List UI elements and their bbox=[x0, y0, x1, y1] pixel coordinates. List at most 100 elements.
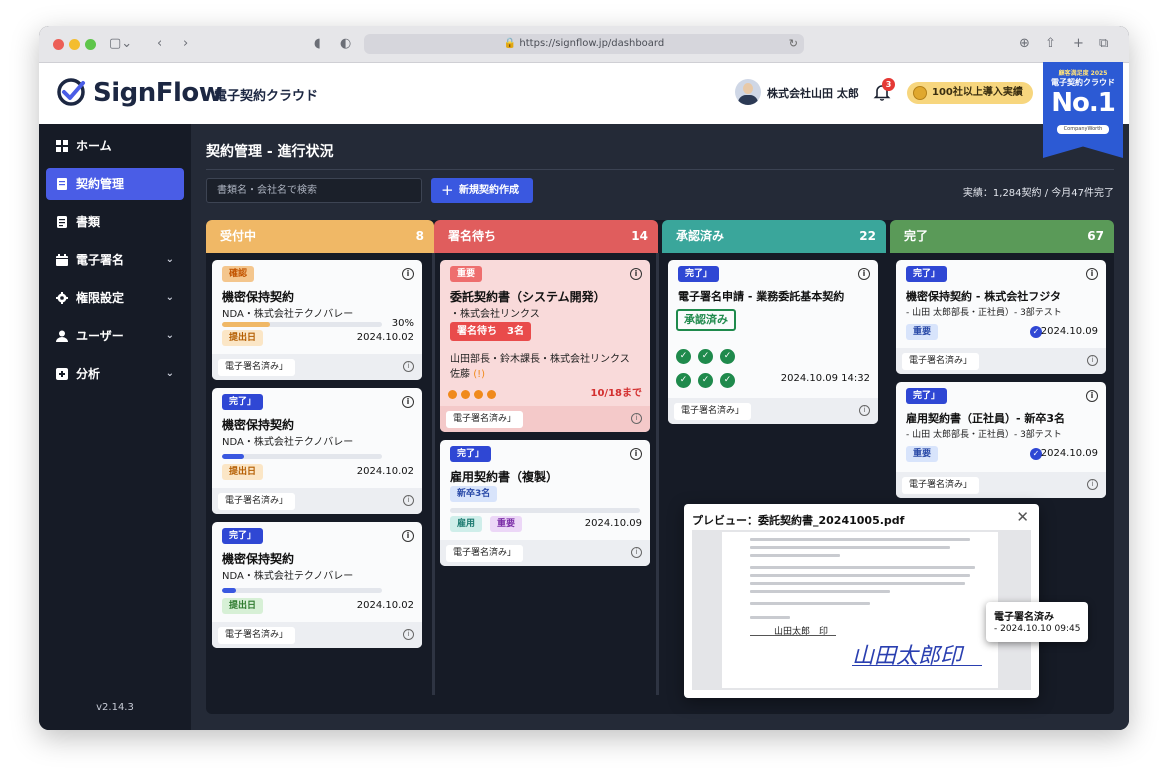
card-date: 2024.10.09 bbox=[584, 518, 642, 529]
search-input[interactable] bbox=[206, 178, 422, 203]
approval-checks: ✓ ✓ ✓ bbox=[676, 343, 742, 364]
card-footer: 電子署名済み」 i bbox=[896, 472, 1106, 498]
address-bar[interactable]: 🔒 https://signflow.jp/dashboard ↻ bbox=[364, 34, 804, 54]
info-icon[interactable]: i bbox=[1086, 390, 1098, 402]
contract-card[interactable]: 完了」 i 機密保持契約 NDA・株式会社テクノバレー 提出日 2024.10.… bbox=[212, 522, 422, 648]
info-icon[interactable]: i bbox=[630, 268, 642, 280]
info-icon[interactable]: i bbox=[403, 495, 414, 506]
contract-card[interactable]: 完了」 i 雇用契約書（複製） 新卒3名 雇用 重要 2024.10.09 電子… bbox=[440, 440, 650, 566]
sidebar-toggle-icon[interactable]: ▢⌄ bbox=[109, 35, 132, 53]
info-icon[interactable]: i bbox=[631, 547, 642, 558]
sidebar-item-contracts[interactable]: 契約管理 bbox=[46, 168, 184, 200]
approved-stamp: 承認済み bbox=[676, 309, 736, 331]
reload-icon[interactable]: ↻ bbox=[789, 34, 798, 54]
privacy-icon[interactable]: ◐ bbox=[340, 35, 351, 53]
signed-chip[interactable]: 電子署名済み」 bbox=[218, 627, 296, 644]
new-contract-button[interactable]: + 新規契約作成 bbox=[431, 178, 533, 203]
contract-card[interactable]: 確認 i 機密保持契約 NDA・株式会社テクノバレー 30% 提出日 2024.… bbox=[212, 260, 422, 380]
signed-chip[interactable]: 電子署名済み」 bbox=[218, 493, 296, 510]
forward-icon[interactable]: › bbox=[183, 35, 188, 53]
minimize-window-button[interactable] bbox=[69, 39, 80, 50]
info-icon[interactable]: i bbox=[1086, 268, 1098, 280]
info-icon[interactable]: i bbox=[1087, 355, 1098, 366]
status-badge: 完了」 bbox=[906, 266, 948, 282]
card-title: 委託契約書（システム開発） bbox=[450, 290, 606, 304]
contract-card[interactable]: 完了」 i 電子署名申請 - 業務委託基本契約 承認済み ✓ ✓ ✓ ✓ ✓ ✓ 202… bbox=[668, 260, 878, 424]
card-date: 2024.10.09 bbox=[1040, 326, 1098, 337]
logo-check-icon bbox=[57, 78, 85, 106]
info-icon[interactable]: i bbox=[402, 268, 414, 280]
document-preview[interactable]: プレビュー：委託契約書_20241005.pdf ✕ 山田太郎 印 山田太郎印 bbox=[684, 504, 1039, 698]
column-header[interactable]: 受付中 8 bbox=[206, 220, 434, 253]
close-icon[interactable]: ✕ bbox=[1016, 508, 1029, 526]
signed-chip[interactable]: 電子署名済み」 bbox=[446, 411, 524, 428]
info-icon[interactable]: i bbox=[402, 396, 414, 408]
sidebar-item-label: 分析 bbox=[76, 367, 101, 381]
progress-fill bbox=[222, 322, 270, 327]
signature-tooltip: 電子署名済み - 2024.10.10 09:45 bbox=[986, 602, 1088, 642]
share-icon[interactable]: ⇧ bbox=[1045, 35, 1056, 53]
maximize-window-button[interactable] bbox=[85, 39, 96, 50]
sidebar-item-label: ユーザー bbox=[76, 329, 124, 343]
close-window-button[interactable] bbox=[53, 39, 64, 50]
chevron-down-icon[interactable]: ⌄ bbox=[166, 320, 174, 352]
column-header[interactable]: 完了 67 bbox=[890, 220, 1114, 253]
shield-icon[interactable]: ◖ bbox=[314, 35, 321, 53]
logo[interactable]: SignFlow bbox=[93, 78, 223, 108]
info-icon[interactable]: i bbox=[858, 268, 870, 280]
info-icon[interactable]: i bbox=[1087, 479, 1098, 490]
chevron-down-icon[interactable]: ⌄ bbox=[166, 244, 174, 276]
preview-viewport[interactable]: 山田太郎 印 山田太郎印 bbox=[692, 530, 1031, 690]
card-subtitle: - 山田 太郎部長・正社員）- 3部テスト bbox=[906, 308, 1062, 318]
card-date: 2024.10.09 bbox=[1040, 448, 1098, 459]
contract-card[interactable]: 完了」 i 雇用契約書（正社員）- 新卒3名 - 山田 太郎部長・正社員）- 3… bbox=[896, 382, 1106, 498]
back-icon[interactable]: ‹ bbox=[157, 35, 162, 53]
signed-chip[interactable]: 電子署名済み」 bbox=[446, 545, 524, 562]
sidebar-item-esign[interactable]: 電子署名 ⌄ bbox=[46, 244, 184, 276]
card-subtitle: NDA・株式会社テクノバレー bbox=[222, 571, 354, 582]
column-count: 22 bbox=[859, 229, 876, 243]
progress-bar bbox=[222, 588, 382, 593]
column-header[interactable]: 承認済み 22 bbox=[662, 220, 886, 253]
contract-card[interactable]: 重要 i 委託契約書（システム開発） ・株式会社リンクス 署名待ち 3名 山田部… bbox=[440, 260, 650, 432]
sidebar-item-analytics[interactable]: 分析 ⌄ bbox=[46, 358, 184, 390]
column-header[interactable]: 署名待ち 14 bbox=[434, 220, 658, 253]
new-tab-icon[interactable]: + bbox=[1073, 35, 1084, 53]
contract-card[interactable]: 完了」 i 機密保持契約 - 株式会社フジタ - 山田 太郎部長・正社員）- 3… bbox=[896, 260, 1106, 374]
chevron-down-icon[interactable]: ⌄ bbox=[166, 358, 174, 390]
contract-card[interactable]: 完了」 i 機密保持契約 NDA・株式会社テクノバレー 提出日 2024.10.… bbox=[212, 388, 422, 514]
browser-window: ▢⌄ ‹ › ◖ ◐ 🔒 https://signflow.jp/dashboa… bbox=[39, 26, 1129, 730]
info-icon[interactable]: i bbox=[631, 413, 642, 424]
kanban-board: 受付中 8 確認 i 機密保持契約 NDA・株式会社テクノバレー 30% 提出日… bbox=[206, 220, 1114, 714]
card-title: 機密保持契約 bbox=[222, 290, 295, 304]
info-icon[interactable]: i bbox=[403, 629, 414, 640]
info-icon[interactable]: i bbox=[403, 361, 414, 372]
check-icon: ✓ bbox=[698, 373, 713, 388]
info-icon[interactable]: i bbox=[630, 448, 642, 460]
tabs-overview-icon[interactable]: ⧉ bbox=[1099, 35, 1108, 53]
sidebar: ホーム 契約管理 書類 電子署名 ⌄ 権限設定 ⌄ ユーザー ⌄ 分析 ⌄ v2… bbox=[39, 124, 191, 730]
tooltip-timestamp: - 2024.10.10 09:45 bbox=[994, 624, 1081, 634]
signed-chip[interactable]: 電子署名済み」 bbox=[218, 359, 296, 376]
card-subtitle: - 山田 太郎部長・正社員）- 3部テスト bbox=[906, 430, 1062, 440]
sidebar-item-permissions[interactable]: 権限設定 ⌄ bbox=[46, 282, 184, 314]
info-icon[interactable]: i bbox=[402, 530, 414, 542]
signed-chip[interactable]: 電子署名済み」 bbox=[674, 403, 752, 420]
chevron-down-icon[interactable]: ⌄ bbox=[166, 282, 174, 314]
page-title: 契約管理 - 進行状況 bbox=[206, 144, 334, 160]
column-title: 承認済み bbox=[676, 229, 725, 243]
sidebar-item-users[interactable]: ユーザー ⌄ bbox=[46, 320, 184, 352]
avatar[interactable] bbox=[735, 79, 761, 105]
signed-chip[interactable]: 電子署名済み」 bbox=[902, 353, 980, 370]
analytics-icon bbox=[56, 368, 68, 380]
card-date: 2024.10.02 bbox=[356, 332, 414, 343]
download-icon[interactable]: ⊕ bbox=[1019, 35, 1030, 53]
signed-chip[interactable]: 電子署名済み」 bbox=[902, 477, 980, 494]
progress-fill bbox=[222, 588, 237, 593]
sidebar-item-home[interactable]: ホーム bbox=[46, 130, 184, 162]
sidebar-item-documents[interactable]: 書類 bbox=[46, 206, 184, 238]
info-icon[interactable]: i bbox=[859, 405, 870, 416]
user-name[interactable]: 株式会社山田 太郎 bbox=[767, 85, 859, 101]
progress-bar bbox=[222, 322, 382, 327]
column-title: 完了 bbox=[904, 229, 929, 243]
